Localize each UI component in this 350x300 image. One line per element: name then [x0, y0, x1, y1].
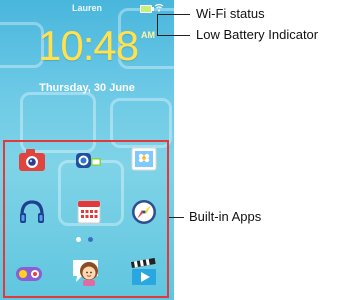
apps-callout-line [169, 217, 184, 218]
clock-ampm: AM [141, 30, 155, 40]
wifi-status-label: Wi-Fi status [196, 6, 265, 21]
wifi-icon [154, 3, 164, 12]
status-bar: Lauren [0, 0, 174, 18]
wifi-callout-line [157, 14, 190, 15]
built-in-apps-label: Built-in Apps [189, 209, 262, 224]
built-in-apps-highlight [3, 140, 169, 298]
clock-time: 10:48 [38, 22, 139, 69]
battery-indicator-label: Low Battery Indicator [196, 27, 319, 42]
battery-icon [140, 5, 154, 13]
battery-callout-line [157, 35, 190, 36]
battery-callout-vertical [157, 14, 158, 35]
date-label: Thursday, 30 June [39, 82, 135, 94]
